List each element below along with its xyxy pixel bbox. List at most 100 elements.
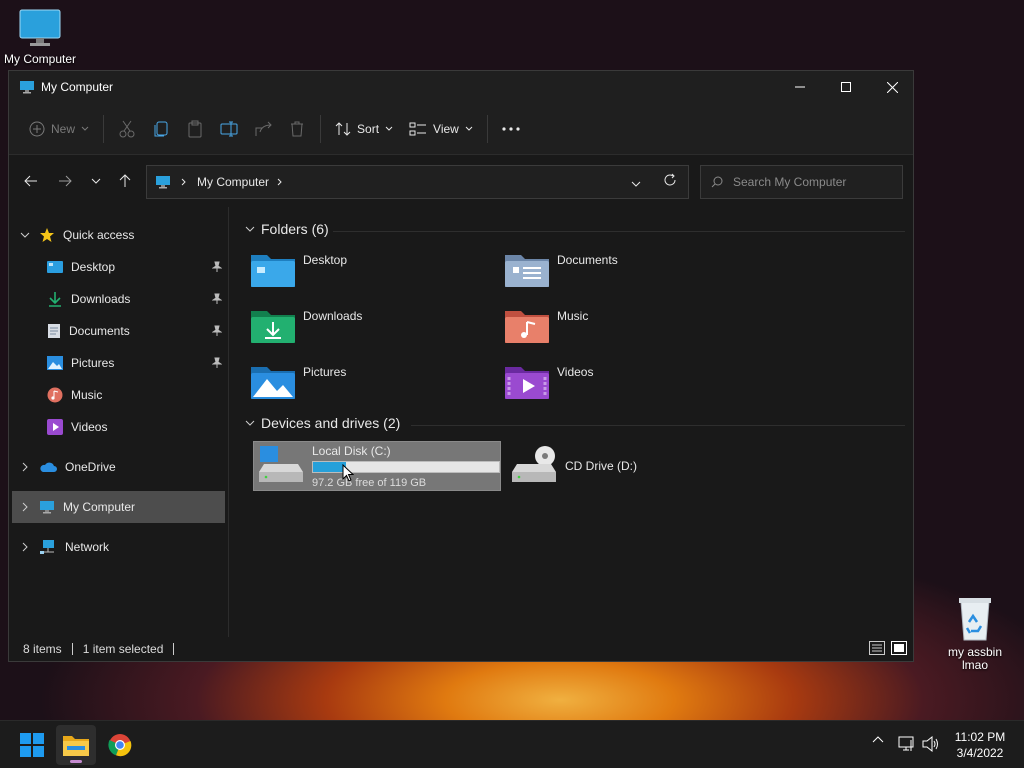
chevron-down-icon[interactable]	[17, 232, 33, 238]
pin-icon[interactable]	[212, 325, 222, 337]
desktop-folder-icon	[251, 255, 295, 287]
sidebar-item-quick-access[interactable]: Quick access	[9, 219, 228, 251]
sidebar-item-label: My Computer	[63, 500, 136, 514]
chevron-right-icon	[181, 178, 186, 186]
sidebar-item-pictures[interactable]: Pictures	[9, 347, 228, 379]
share-button[interactable]	[246, 113, 280, 145]
folder-videos[interactable]: Videos	[505, 363, 745, 411]
more-options-button[interactable]	[494, 113, 528, 145]
recycle-bin-icon	[959, 598, 991, 641]
drive-free-space: 97.2 GB free of 119 GB	[312, 476, 427, 489]
mouse-cursor-icon	[342, 464, 354, 482]
chrome-taskbar-button[interactable]	[100, 725, 140, 765]
delete-button[interactable]	[280, 113, 314, 145]
devices-group-header[interactable]: Devices and drives (2)	[245, 415, 400, 431]
minimize-button[interactable]	[777, 71, 823, 103]
sidebar-item-documents[interactable]: Documents	[9, 315, 228, 347]
pin-icon[interactable]	[212, 261, 222, 273]
back-button[interactable]	[21, 171, 41, 191]
paste-button[interactable]	[178, 113, 212, 145]
sidebar-item-desktop[interactable]: Desktop	[9, 251, 228, 283]
up-button[interactable]	[115, 171, 135, 191]
sidebar-item-label: Pictures	[71, 356, 115, 370]
downloads-folder-icon	[251, 311, 295, 343]
chevron-down-icon	[385, 126, 393, 131]
sidebar-item-my-computer[interactable]: My Computer	[12, 491, 225, 523]
arrow-right-icon	[59, 175, 72, 187]
folder-music[interactable]: Music	[505, 307, 745, 355]
refresh-button[interactable]	[663, 173, 677, 190]
chevron-right-icon[interactable]	[17, 462, 33, 472]
sidebar-item-music[interactable]: Music	[9, 379, 228, 411]
copy-button[interactable]	[144, 113, 178, 145]
navigation-bar: My Computer Search My Computer	[9, 155, 913, 207]
file-explorer-taskbar-button[interactable]	[56, 725, 96, 765]
sidebar-item-label: Downloads	[71, 292, 131, 306]
monitor-icon	[156, 176, 170, 189]
title-bar[interactable]: My Computer	[9, 71, 913, 103]
chevron-right-icon[interactable]	[17, 502, 33, 512]
tiles-view-button[interactable]	[891, 641, 907, 658]
volume-tray-button[interactable]	[922, 736, 940, 752]
sidebar-item-label: OneDrive	[65, 460, 116, 474]
sidebar-item-videos[interactable]: Videos	[9, 411, 228, 443]
folder-name: Music	[557, 309, 589, 323]
desktop-icon-my-computer[interactable]: My Computer	[2, 8, 78, 66]
show-hidden-icons-button[interactable]	[872, 735, 884, 743]
sort-button[interactable]: Sort	[327, 113, 401, 145]
command-bar: New Sort View	[9, 103, 913, 155]
breadcrumb-my-computer[interactable]: My Computer	[197, 175, 269, 189]
folder-downloads[interactable]: Downloads	[251, 307, 491, 355]
close-button[interactable]	[869, 71, 915, 103]
chevron-down-icon	[81, 126, 89, 131]
window-title: My Computer	[41, 80, 114, 94]
desktop-icon-recycle-bin[interactable]: my assbin lmao	[940, 594, 1010, 672]
chevron-down-icon	[245, 420, 255, 426]
speaker-icon	[922, 736, 938, 752]
recent-locations-button[interactable]	[86, 171, 106, 191]
folder-name: Pictures	[303, 365, 347, 379]
copy-icon	[154, 121, 168, 136]
group-divider	[333, 231, 905, 232]
documents-folder-icon	[505, 255, 549, 287]
forward-button[interactable]	[55, 171, 75, 191]
drive-local-disk-c[interactable]: Local Disk (C:) 97.2 GB free of 119 GB	[253, 441, 501, 491]
pin-icon[interactable]	[212, 293, 222, 305]
rename-button[interactable]	[212, 113, 246, 145]
network-tray-button[interactable]	[898, 736, 916, 752]
folder-desktop[interactable]: Desktop	[251, 251, 491, 299]
group-divider	[411, 425, 905, 426]
sidebar-item-onedrive[interactable]: OneDrive	[9, 451, 228, 483]
sidebar-item-label: Network	[65, 540, 110, 554]
address-bar[interactable]: My Computer	[146, 165, 689, 199]
sidebar-item-label: Music	[71, 388, 103, 402]
clock-time: 11:02 PM	[954, 730, 1006, 744]
folder-name: Videos	[557, 365, 594, 379]
new-button[interactable]: New	[21, 113, 97, 145]
folder-name: Desktop	[303, 253, 348, 267]
details-view-button[interactable]	[869, 641, 885, 658]
chevron-down-icon	[631, 181, 641, 187]
arrow-up-icon	[119, 174, 131, 187]
sidebar-item-downloads[interactable]: Downloads	[9, 283, 228, 315]
clock[interactable]: 11:02 PM 3/4/2022	[940, 729, 1020, 761]
address-history-button[interactable]	[631, 176, 641, 190]
active-indicator	[70, 760, 82, 763]
cloud-icon	[40, 462, 57, 472]
pin-icon[interactable]	[212, 357, 222, 369]
sidebar-item-network[interactable]: Network	[9, 531, 228, 563]
search-input[interactable]: Search My Computer	[700, 165, 903, 199]
chevron-right-icon[interactable]	[17, 542, 33, 552]
view-label: View	[433, 121, 459, 136]
maximize-button[interactable]	[823, 71, 869, 103]
folder-pictures[interactable]: Pictures	[251, 363, 491, 411]
folder-documents[interactable]: Documents	[505, 251, 745, 299]
view-button[interactable]: View	[401, 113, 481, 145]
drive-cd-d[interactable]: CD Drive (D:)	[507, 441, 755, 491]
chrome-icon	[108, 734, 132, 757]
folders-group-header[interactable]: Folders (6)	[245, 221, 329, 237]
refresh-icon	[664, 173, 676, 186]
cut-button[interactable]	[110, 113, 144, 145]
toolbar-divider	[103, 114, 105, 143]
start-button[interactable]	[12, 725, 52, 765]
